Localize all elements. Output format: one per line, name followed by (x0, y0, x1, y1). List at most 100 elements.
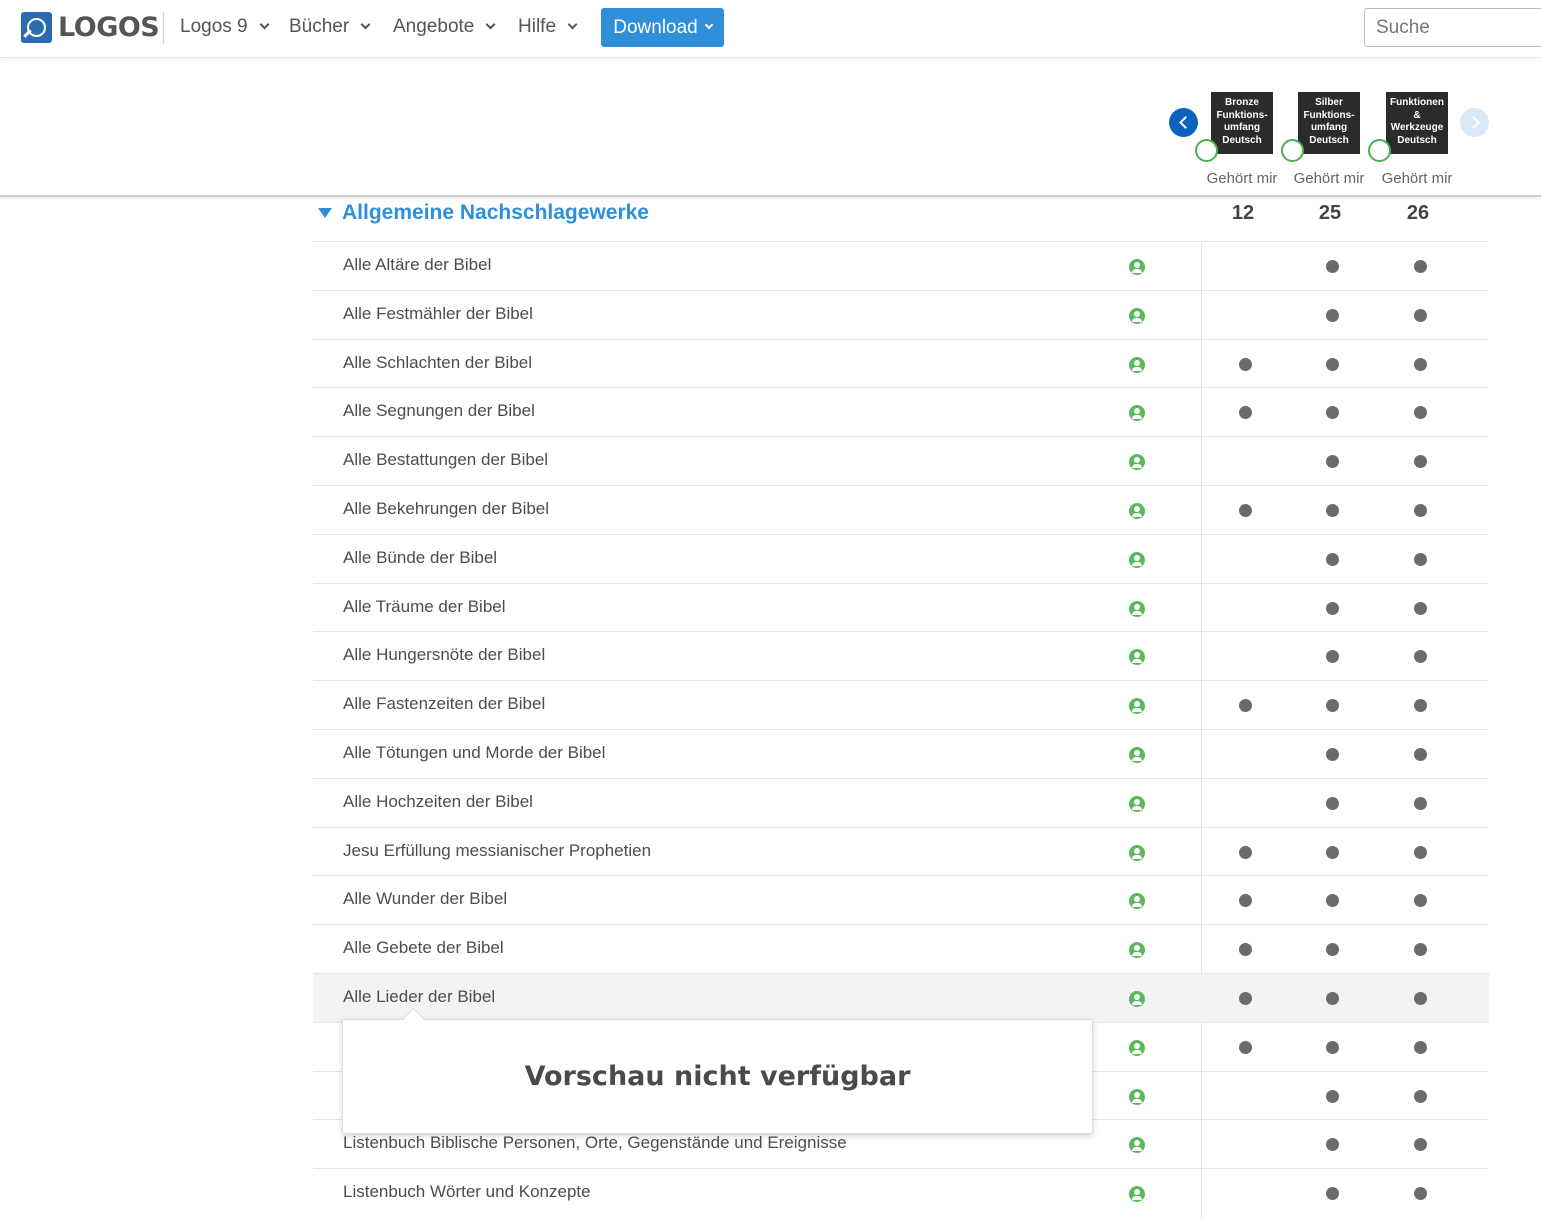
included-dot-icon (1239, 358, 1252, 371)
product-name-line: Deutsch (1222, 134, 1262, 146)
included-dot-icon (1326, 699, 1339, 712)
included-dot-icon (1239, 504, 1252, 517)
preview-tooltip: Vorschau nicht verfügbar (342, 1019, 1093, 1134)
nav-item-label: Logos 9 (180, 16, 248, 37)
resource-row[interactable]: Listenbuch Wörter und Konzepte (313, 1168, 1489, 1217)
owned-user-icon (1129, 552, 1145, 568)
owned-user-icon (1129, 259, 1145, 275)
product-name-line: Deutsch (1397, 134, 1437, 146)
owned-label: Gehört mir (1293, 170, 1365, 187)
resource-row[interactable]: Alle Bünde der Bibel (313, 534, 1489, 583)
resource-title[interactable]: Alle Bünde der Bibel (343, 548, 497, 568)
logos-logo-icon (21, 12, 52, 43)
included-dot-icon (1414, 309, 1427, 322)
resource-title[interactable]: Alle Fastenzeiten der Bibel (343, 694, 545, 714)
resource-row[interactable]: Alle Altäre der Bibel (313, 241, 1489, 290)
owned-user-icon (1129, 991, 1145, 1007)
resource-title[interactable]: Alle Festmähler der Bibel (343, 304, 533, 324)
resource-row[interactable]: Alle Festmähler der Bibel (313, 290, 1489, 339)
nav-item-angebote[interactable]: Angebote (393, 16, 496, 38)
included-dot-icon (1326, 748, 1339, 761)
logos-logo[interactable]: LOGOS (21, 12, 160, 43)
included-dot-icon (1326, 1138, 1339, 1151)
included-dot-icon (1326, 650, 1339, 663)
chevron-down-icon (360, 19, 371, 30)
included-dot-icon (1414, 748, 1427, 761)
resource-count: 25 (1318, 202, 1342, 224)
included-dot-icon (1414, 1187, 1427, 1200)
product-name-line: Werkzeuge (1390, 122, 1444, 133)
resource-row[interactable]: Jesu Erfüllung messianischer Prophetien (313, 827, 1489, 876)
product-name-line: Funktions- (1303, 109, 1355, 121)
resource-row[interactable]: Alle Träume der Bibel (313, 583, 1489, 632)
included-dot-icon (1326, 504, 1339, 517)
owned-label: Gehört mir (1206, 170, 1278, 187)
resource-title[interactable]: Alle Bekehrungen der Bibel (343, 499, 549, 519)
owned-user-icon (1129, 1089, 1145, 1105)
included-dot-icon (1239, 846, 1252, 859)
product-silber[interactable]: Silber Funktions- umfang Deutsch (1298, 92, 1360, 154)
nav-item-logos9[interactable]: Logos 9 (180, 16, 270, 38)
resource-row[interactable]: Alle Fastenzeiten der Bibel (313, 680, 1489, 729)
resource-row[interactable]: Alle Segnungen der Bibel (313, 387, 1489, 436)
product-name-line: & (1413, 109, 1421, 121)
included-dot-icon (1414, 1041, 1427, 1054)
resource-title[interactable]: Jesu Erfüllung messianischer Prophetien (343, 841, 651, 861)
included-dot-icon (1414, 699, 1427, 712)
resource-title[interactable]: Alle Segnungen der Bibel (343, 401, 535, 421)
product-funktionen-werkzeuge[interactable]: Funktionen & Werkzeuge Deutsch (1386, 92, 1448, 154)
owned-user-icon (1129, 405, 1145, 421)
chevron-down-icon (704, 20, 713, 30)
resource-row[interactable]: Alle Bestattungen der Bibel (313, 436, 1489, 485)
resource-title[interactable]: Alle Hochzeiten der Bibel (343, 792, 533, 812)
included-dot-icon (1414, 406, 1427, 419)
resource-row[interactable]: Alle Wunder der Bibel (313, 875, 1489, 924)
resource-title[interactable]: Alle Wunder der Bibel (343, 889, 507, 909)
nav-item-buecher[interactable]: Bücher (289, 16, 371, 38)
resource-title[interactable]: Alle Tötungen und Morde der Bibel (343, 743, 605, 763)
nav-item-label: Hilfe (518, 16, 557, 37)
resource-row[interactable]: Alle Schlachten der Bibel (313, 339, 1489, 388)
product-bronze[interactable]: Bronze Funktions- umfang Deutsch (1211, 92, 1273, 154)
section-toggle[interactable]: Allgemeine Nachschlagewerke (318, 201, 649, 225)
included-dot-icon (1414, 797, 1427, 810)
download-button[interactable]: Download (601, 8, 724, 47)
included-dot-icon (1414, 602, 1427, 615)
resource-row[interactable]: Alle Tötungen und Morde der Bibel (313, 729, 1489, 778)
nav-item-label: Angebote (393, 16, 475, 37)
resource-row[interactable]: Alle Hochzeiten der Bibel (313, 778, 1489, 827)
resource-title[interactable]: Alle Altäre der Bibel (343, 255, 491, 275)
resource-row[interactable]: Alle Lieder der Bibel (313, 973, 1489, 1022)
owned-user-icon (1129, 357, 1145, 373)
included-dot-icon (1326, 1187, 1339, 1200)
previous-products-button[interactable] (1169, 108, 1198, 137)
owned-label: Gehört mir (1381, 170, 1453, 187)
included-dot-icon (1414, 1090, 1427, 1103)
product-name-line: umfang (1223, 122, 1261, 133)
resource-title[interactable]: Alle Gebete der Bibel (343, 938, 504, 958)
resource-title[interactable]: Alle Lieder der Bibel (343, 987, 495, 1007)
included-dot-icon (1326, 846, 1339, 859)
resource-row[interactable]: Alle Gebete der Bibel (313, 924, 1489, 973)
included-dot-icon (1239, 992, 1252, 1005)
resource-title[interactable]: Listenbuch Biblische Personen, Orte, Geg… (343, 1133, 847, 1153)
next-products-button[interactable] (1460, 108, 1489, 137)
resource-row[interactable]: Alle Bekehrungen der Bibel (313, 485, 1489, 534)
included-dot-icon (1414, 455, 1427, 468)
owned-user-icon (1129, 1137, 1145, 1153)
included-dot-icon (1414, 358, 1427, 371)
resource-title[interactable]: Alle Bestattungen der Bibel (343, 450, 548, 470)
search-input[interactable] (1364, 8, 1541, 47)
download-button-label: Download (613, 16, 698, 38)
resource-title[interactable]: Alle Träume der Bibel (343, 597, 506, 617)
owned-user-icon (1129, 649, 1145, 665)
resource-title[interactable]: Listenbuch Wörter und Konzepte (343, 1182, 591, 1202)
owned-user-icon (1129, 454, 1145, 470)
nav-item-hilfe[interactable]: Hilfe (518, 16, 578, 38)
product-name-line: Deutsch (1309, 134, 1349, 146)
resource-title[interactable]: Alle Schlachten der Bibel (343, 353, 532, 373)
resource-title[interactable]: Alle Hungersnöte der Bibel (343, 645, 545, 665)
resource-row[interactable]: Alle Hungersnöte der Bibel (313, 631, 1489, 680)
included-dot-icon (1239, 943, 1252, 956)
included-dot-icon (1414, 992, 1427, 1005)
